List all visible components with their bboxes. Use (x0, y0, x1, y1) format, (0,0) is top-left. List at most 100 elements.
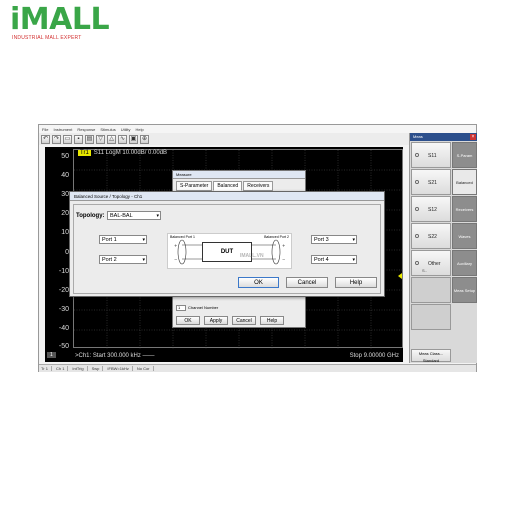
trace-title[interactable]: Tr1 S11 LogM 10.00dB/ 0.00dB (78, 150, 167, 156)
svg-text:+: + (282, 243, 285, 248)
tab-meas-setup[interactable]: Meas Setup (452, 277, 477, 303)
tab-balanced[interactable]: Balanced (452, 169, 477, 195)
menu-help[interactable]: Help (136, 127, 144, 132)
meas-class-button[interactable]: Meas Class... Standard (411, 349, 451, 363)
y-tick: 30 (61, 191, 69, 198)
redo-icon[interactable]: ↷ (52, 134, 61, 144)
meas-class-label: Meas Class... (418, 351, 444, 356)
y-tick: -40 (58, 325, 69, 332)
softkey-label: S21 (428, 180, 437, 186)
undo-icon[interactable]: ↶ (41, 134, 50, 144)
channel-indicator[interactable]: 1 (47, 352, 56, 358)
tab-balanced[interactable]: Balanced (213, 181, 243, 191)
apply-button[interactable]: Apply (204, 316, 228, 325)
y-axis: 50 40 30 20 10 0 -10 -20 -30 -40 -50 (45, 147, 71, 350)
tab-s-param[interactable]: S-Param (452, 142, 477, 168)
y-tick: 20 (61, 210, 69, 217)
cancel-button[interactable]: Cancel (286, 277, 328, 288)
topology-label: Topology: (76, 213, 105, 219)
port-4-select[interactable]: Port 4 ▾ (311, 255, 357, 264)
status-trigger: IntTrig (72, 366, 88, 371)
y-tick: -10 (58, 268, 69, 275)
help-button[interactable]: Help (260, 316, 284, 325)
y-tick: -20 (58, 287, 69, 294)
y-tick: 50 (61, 153, 69, 160)
topology-value: BAL-BAL (110, 213, 133, 219)
logo-text: iMALL (10, 2, 110, 37)
chevron-down-icon: ▾ (352, 257, 355, 263)
menu-utility[interactable]: Utility (121, 127, 131, 132)
softkey-s11[interactable]: S11 (411, 142, 451, 168)
channel-number-input[interactable]: 1 (176, 305, 186, 311)
panel-title: Meas (410, 133, 477, 141)
balanced-topology-dialog: Balanced Source / Topology - Ch1 Topolog… (69, 191, 385, 297)
scale-icon[interactable]: △ (107, 134, 116, 144)
softkey-label: S22 (428, 234, 437, 240)
zoom-icon[interactable]: ⊕ (140, 134, 149, 144)
radio-icon (415, 207, 419, 211)
imall-logo: iMALL INDUSTRIAL MALL EXPERT (10, 4, 150, 44)
trace-icon[interactable]: ∿ (118, 134, 127, 144)
logo-subtitle: INDUSTRIAL MALL EXPERT (12, 35, 82, 41)
close-icon[interactable]: × (470, 134, 476, 140)
dut-box: DUT (202, 242, 252, 262)
help-button[interactable]: Help (335, 277, 377, 288)
port-2-select[interactable]: Port 2 ▾ (99, 255, 147, 264)
chevron-down-icon: ▾ (156, 213, 159, 219)
menu-stimulus[interactable]: Stimulus (100, 127, 115, 132)
y-tick: -50 (58, 343, 69, 350)
status-correction: No Cor (137, 366, 154, 371)
ok-button[interactable]: OK (238, 277, 279, 288)
start-frequency: >Ch1: Start 300.000 kHz —— (75, 353, 155, 359)
svg-text:−: − (282, 257, 285, 262)
topology-dialog-title: Balanced Source / Topology - Ch1 (70, 192, 384, 201)
softkey-column: S11 S21 S12 S22 Other S.. (411, 142, 451, 331)
cancel-button[interactable]: Cancel (232, 316, 256, 325)
save-icon[interactable]: ▪ (74, 134, 83, 144)
softkey-label: S11 (428, 153, 437, 159)
softkey-blank (411, 304, 451, 330)
topology-select[interactable]: BAL-BAL ▾ (107, 211, 161, 220)
softkey-blank (411, 277, 451, 303)
menu-file[interactable]: File (42, 127, 48, 132)
port-3-select[interactable]: Port 3 ▾ (311, 235, 357, 244)
status-trace: Tr 1 (41, 366, 52, 371)
softkey-s22[interactable]: S22 (411, 223, 451, 249)
print-icon[interactable]: ▤ (85, 134, 94, 144)
chevron-down-icon: ▾ (142, 237, 145, 243)
tab-s-parameter[interactable]: S-Parameter (176, 181, 213, 191)
window-icon[interactable]: ▣ (129, 134, 138, 144)
y-tick: 10 (61, 229, 69, 236)
menu-response[interactable]: Response (77, 127, 95, 132)
channel-number-row: 1 Channel Number (176, 305, 218, 311)
radio-icon (415, 180, 419, 184)
tab-auxiliary[interactable]: Auxiliary (452, 250, 477, 276)
softkey-sublabel: S.. (422, 268, 427, 273)
menu-instrument[interactable]: Instrument (53, 127, 72, 132)
watermark: IMALL.VN (240, 253, 264, 259)
softkey-s12[interactable]: S12 (411, 196, 451, 222)
meas-softkey-panel: Meas × S11 S21 S12 S22 Other S.. S-Param … (409, 133, 477, 363)
menu-tabs: S-Param Balanced Receivers Waves Auxilia… (452, 142, 477, 304)
open-icon[interactable]: ▭ (63, 134, 72, 144)
tab-receivers[interactable]: Receivers (243, 181, 274, 191)
tab-receivers[interactable]: Receivers (452, 196, 477, 222)
radio-icon (415, 153, 419, 157)
softkey-other[interactable]: Other S.. (411, 250, 451, 276)
stimulus-bar: 1 >Ch1: Start 300.000 kHz —— Stop 9.0000… (45, 350, 403, 362)
marker-icon[interactable]: ▽ (96, 134, 105, 144)
svg-text:+: + (174, 243, 177, 248)
softkey-label: Other (428, 261, 441, 267)
page: iMALL INDUSTRIAL MALL EXPERT File Instru… (0, 0, 512, 512)
chevron-down-icon: ▾ (352, 237, 355, 243)
status-sweep: Swp (92, 366, 104, 371)
status-bar: Tr 1 Ch 1 IntTrig Swp IFBW=1kHz No Cor (39, 364, 476, 372)
port-1-select[interactable]: Port 1 ▾ (99, 235, 147, 244)
port-3-value: Port 3 (314, 237, 329, 243)
radio-icon (415, 261, 419, 265)
trace-format: S11 LogM 10.00dB/ 0.00dB (93, 150, 168, 156)
port-1-value: Port 1 (102, 237, 117, 243)
softkey-s21[interactable]: S21 (411, 169, 451, 195)
ok-button[interactable]: OK (176, 316, 200, 325)
tab-waves[interactable]: Waves (452, 223, 477, 249)
